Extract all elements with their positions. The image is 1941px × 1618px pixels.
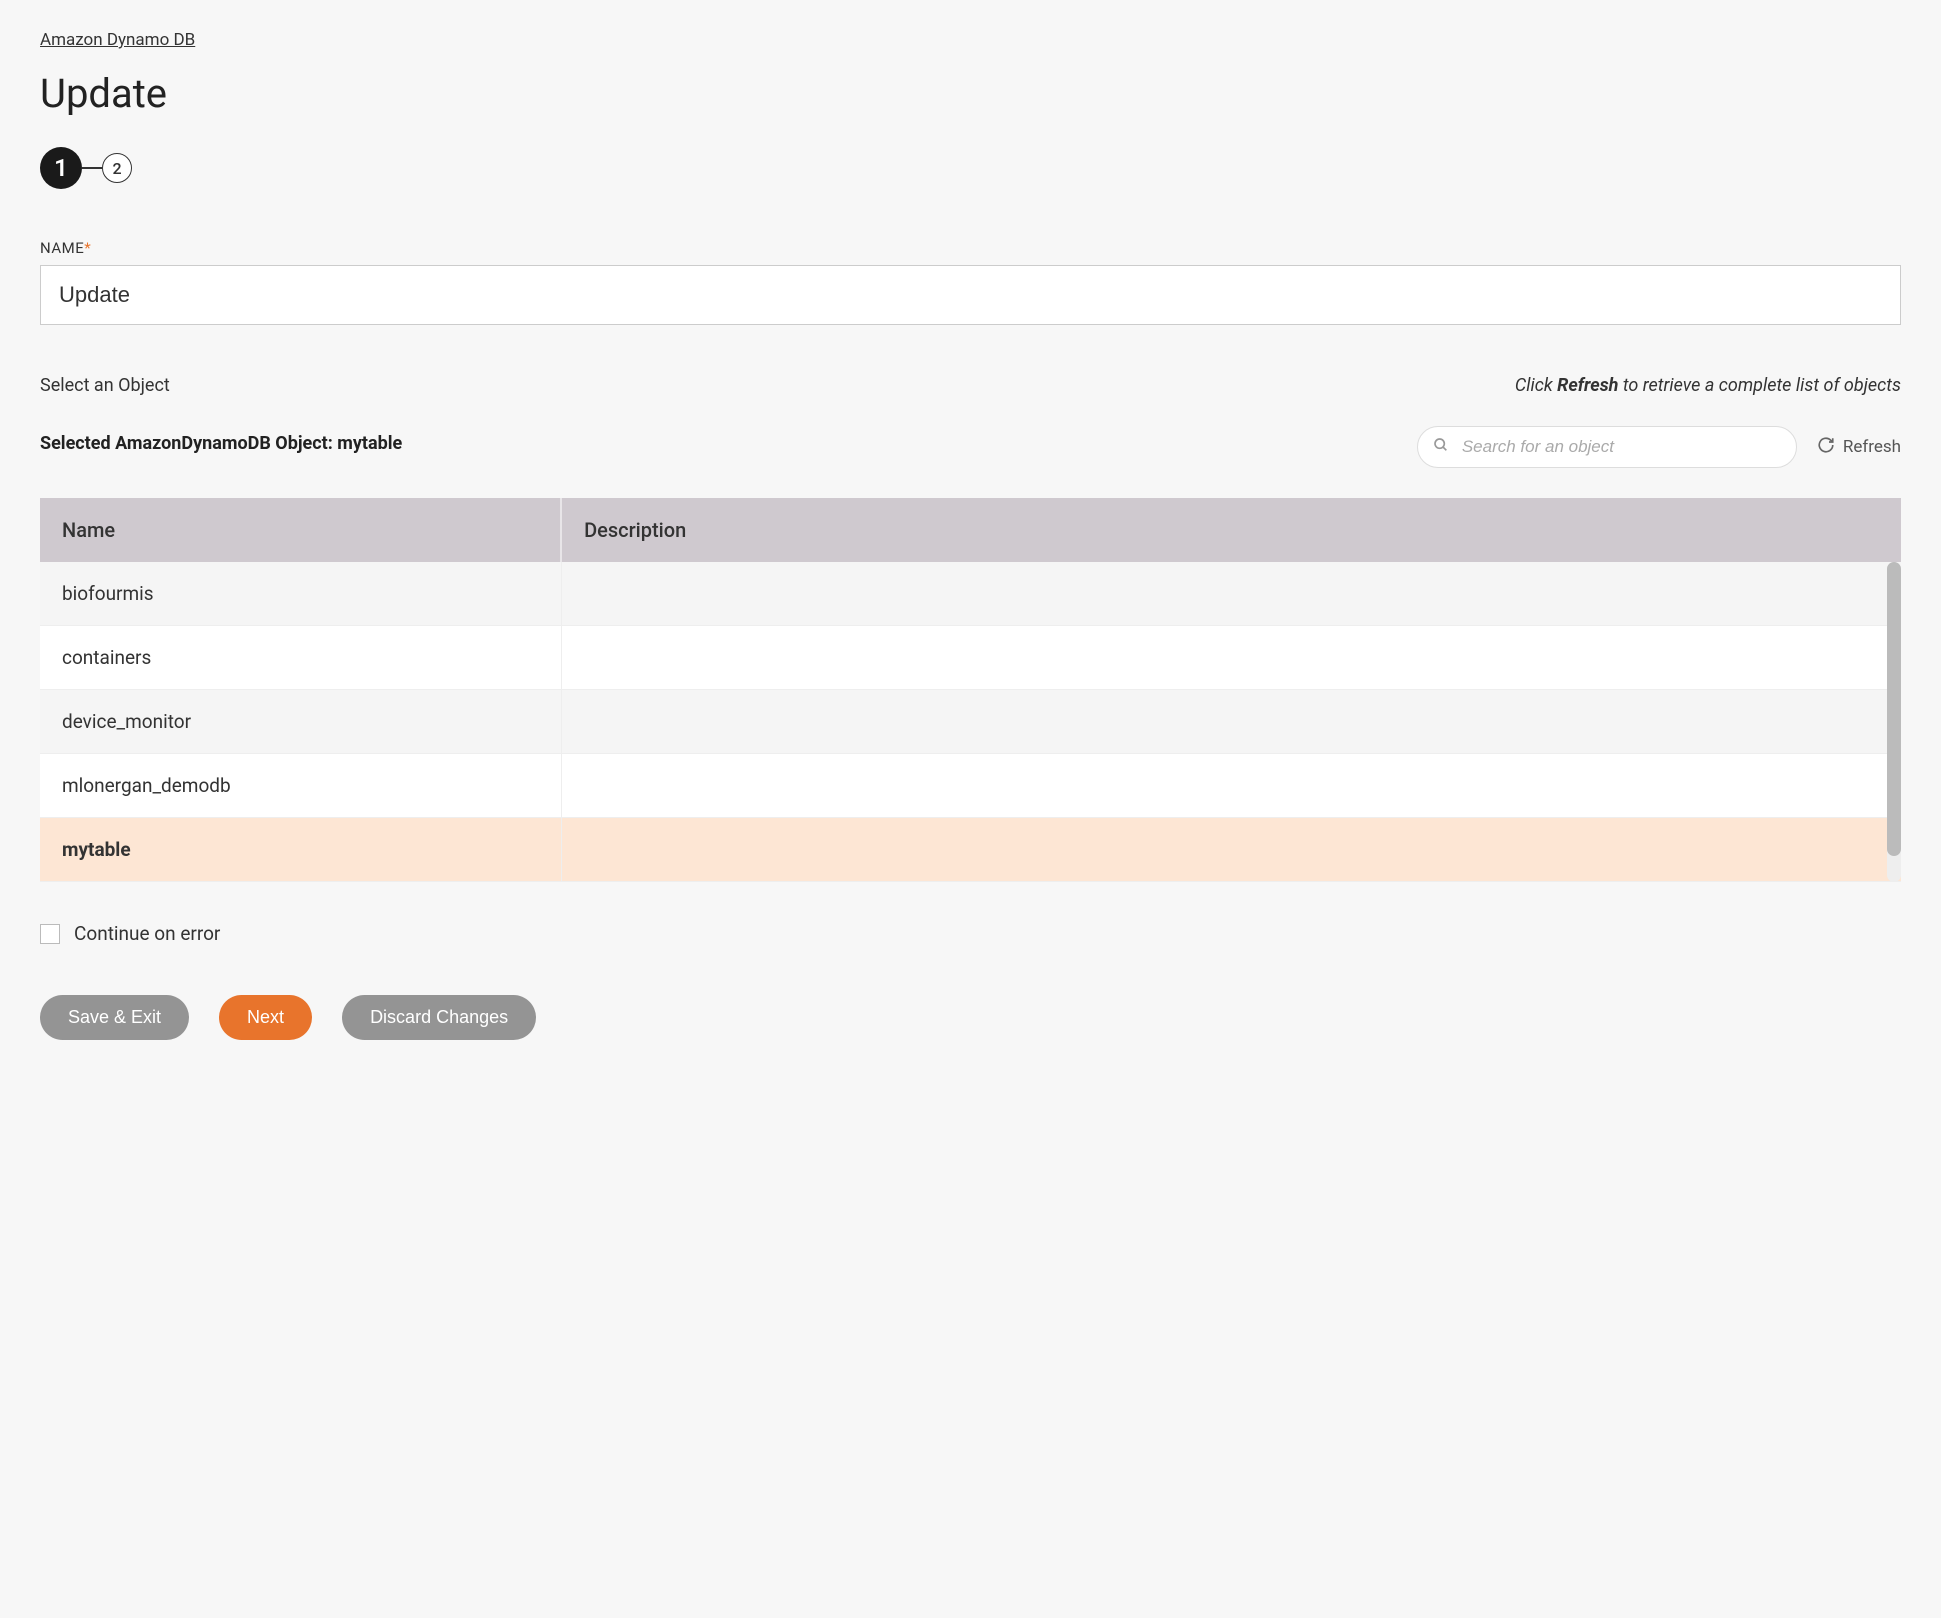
- refresh-label: Refresh: [1843, 437, 1901, 457]
- step-2[interactable]: 2: [102, 153, 132, 183]
- table-cell-name: mytable: [40, 818, 561, 882]
- table-row[interactable]: containers: [40, 626, 1901, 690]
- table-header-name[interactable]: Name: [40, 498, 561, 562]
- name-field-label: NAME*: [40, 239, 1901, 257]
- button-row: Save & Exit Next Discard Changes: [40, 995, 1901, 1040]
- table-row[interactable]: mlonergan_demodb: [40, 754, 1901, 818]
- search-wrapper: [1417, 426, 1797, 468]
- continue-on-error-label: Continue on error: [74, 922, 220, 945]
- required-asterisk: *: [84, 239, 91, 257]
- table-cell-name: biofourmis: [40, 562, 561, 626]
- table-row[interactable]: device_monitor: [40, 690, 1901, 754]
- discard-changes-button[interactable]: Discard Changes: [342, 995, 536, 1040]
- step-1[interactable]: 1: [40, 147, 82, 189]
- table-row[interactable]: mytable: [40, 818, 1901, 882]
- selected-object-label: Selected AmazonDynamoDB Object: mytable: [40, 433, 402, 454]
- search-icon: [1433, 437, 1449, 457]
- table-cell-description: [561, 626, 1901, 690]
- table-cell-description: [561, 562, 1901, 626]
- refresh-button[interactable]: Refresh: [1817, 436, 1901, 459]
- table-scrollbar[interactable]: [1887, 562, 1901, 882]
- object-header: Select an Object Click Refresh to retrie…: [40, 375, 1901, 408]
- table-header-description[interactable]: Description: [561, 498, 1901, 562]
- search-input[interactable]: [1417, 426, 1797, 468]
- object-table-container: Name Description biofourmiscontainersdev…: [40, 498, 1901, 882]
- refresh-hint: Click Refresh to retrieve a complete lis…: [1515, 375, 1901, 396]
- continue-on-error-row: Continue on error: [40, 922, 1901, 945]
- scrollbar-thumb[interactable]: [1887, 562, 1901, 856]
- stepper: 1 2: [40, 147, 1901, 189]
- table-cell-description: [561, 690, 1901, 754]
- breadcrumb-link[interactable]: Amazon Dynamo DB: [40, 30, 195, 50]
- table-cell-description: [561, 754, 1901, 818]
- select-object-label: Select an Object: [40, 375, 170, 396]
- object-subheader-row: Selected AmazonDynamoDB Object: mytable …: [40, 418, 1901, 468]
- table-cell-name: containers: [40, 626, 561, 690]
- name-input[interactable]: [40, 265, 1901, 325]
- continue-on-error-checkbox[interactable]: [40, 924, 60, 944]
- table-cell-name: mlonergan_demodb: [40, 754, 561, 818]
- next-button[interactable]: Next: [219, 995, 312, 1040]
- object-table: Name Description biofourmiscontainersdev…: [40, 498, 1901, 882]
- page-title: Update: [40, 70, 1901, 117]
- save-exit-button[interactable]: Save & Exit: [40, 995, 189, 1040]
- refresh-icon: [1817, 436, 1835, 459]
- table-row[interactable]: biofourmis: [40, 562, 1901, 626]
- table-cell-description: [561, 818, 1901, 882]
- step-connector: [82, 167, 102, 169]
- table-cell-name: device_monitor: [40, 690, 561, 754]
